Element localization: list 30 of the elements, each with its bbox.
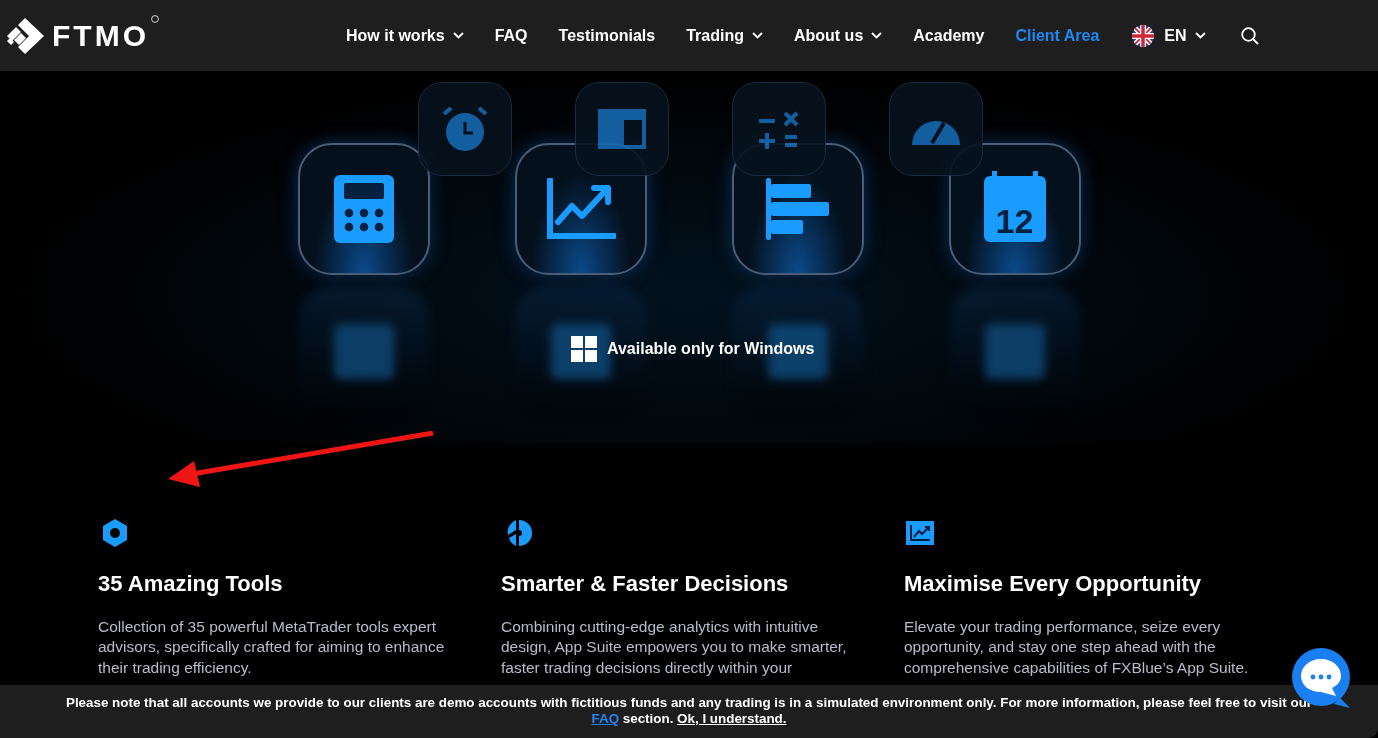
nav-link[interactable]: Testimonials bbox=[558, 26, 656, 45]
language-selector[interactable]: EN bbox=[1164, 26, 1206, 45]
nav-link[interactable]: How it works bbox=[346, 26, 464, 45]
calendar-day: 12 bbox=[995, 204, 1034, 238]
feature-description: Collection of 35 powerful MetaTrader tools expert advisors, specifically crafted for aiming to enhance their trading efficiency. bbox=[98, 616, 446, 678]
nav-link[interactable]: About us bbox=[793, 26, 883, 45]
feature-description: Combining cutting-edge analytics with intuitive design, App Suite empowers you to make smarter, faster trading decisions directly within your bbox=[501, 616, 848, 678]
chevron-down-icon bbox=[1194, 32, 1206, 39]
calculator-icon bbox=[333, 175, 394, 243]
uk-flag-icon bbox=[1132, 24, 1155, 47]
feature-title: 35 Amazing Tools bbox=[98, 570, 284, 598]
line-chart-icon bbox=[545, 178, 616, 240]
hexagon-nut-icon bbox=[100, 518, 130, 548]
feature-description: Elevate your trading performance, seize every opportunity, and stay one step ahead with the comprehensive capabilities of FXBlue’s App Suite. bbox=[904, 616, 1250, 678]
platform-note: Available only for Windows bbox=[607, 340, 815, 358]
windows-logo-icon bbox=[571, 336, 597, 362]
feature-title: Maximise Every Opportunity bbox=[904, 570, 1203, 598]
nav-link[interactable]: Trading bbox=[686, 26, 763, 45]
bar-chart-icon bbox=[765, 178, 830, 240]
nav-link[interactable]: Client Area bbox=[1015, 26, 1100, 45]
nav-link[interactable]: FAQ bbox=[494, 26, 528, 45]
search-icon[interactable] bbox=[1240, 26, 1259, 45]
dismiss-link[interactable]: Ok, I understand. bbox=[677, 711, 787, 726]
logo-icon bbox=[6, 17, 44, 54]
feature-title: Smarter & Faster Decisions bbox=[501, 570, 790, 598]
alarm-clock-icon bbox=[440, 105, 489, 153]
faq-link[interactable]: FAQ bbox=[591, 711, 620, 726]
logo-text[interactable]: FTMO bbox=[52, 20, 149, 51]
chart-icon bbox=[906, 521, 934, 545]
nav-link[interactable]: Academy bbox=[913, 26, 985, 45]
